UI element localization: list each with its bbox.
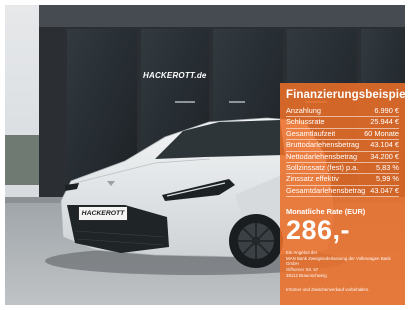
row-value: 43.047 € [370,185,399,195]
vehicle-offer-image: HACKEROTT.de HACKEROTT Finanzierungsbeis… [5,5,405,305]
row-value: 43.104 € [370,140,399,150]
financing-title: Finanzierungsbeispiel [286,89,405,101]
financing-row: Schlussrate 25.944 € [286,117,399,129]
financing-row: Anzahlung 6.990 € [286,106,399,118]
provider-info: Ein Angebot der MAN Bank Zweigniederlass… [286,250,399,278]
dealership-sign: HACKEROTT.de [143,71,207,80]
row-value: 25.944 € [370,117,399,127]
financing-row: Sollzinssatz (fest) p.a. 5,83 % [286,163,399,175]
row-label: Sollzinssatz (fest) p.a. [286,163,359,173]
disclaimer: Irrtümer und Zwischenverkauf vorbehalten… [286,287,370,293]
row-value: 6.990 € [374,106,399,115]
financing-row: Zinssatz effektiv 5,99 % [286,174,399,186]
license-plate: HACKEROTT [78,206,128,221]
row-value: 5,99 % [375,174,399,184]
provider-line: MAN Bank Zweigniederlassung der Volkswag… [286,255,391,261]
row-value: 34.200 € [370,151,399,161]
financing-row: Gesamtdarlehensbetrag 43.047 € [286,185,399,198]
financing-row: Bruttodarlehensbetrag 43.104 € [286,140,399,152]
row-value: 60 Monate [364,128,399,138]
row-label: Anzahlung [286,106,321,115]
provider-line: 38112 Braunschweig [286,272,327,278]
financing-panel: Finanzierungsbeispiel Anzahlung 6.990 € … [280,83,405,305]
row-label: Bruttodarlehensbetrag [286,140,360,150]
monthly-rate-value: 286,- [286,215,351,246]
row-value: 5,83 % [375,163,399,173]
row-label: Schlussrate [286,117,325,127]
row-label: Nettodarlehensbetrag [286,151,358,161]
row-label: Gesamtdarlehensbetrag [286,185,366,195]
row-label: Gesamtlaufzeit [286,128,336,138]
financing-row: Gesamtlaufzeit 60 Monate [286,128,399,141]
row-label: Zinssatz effektiv [286,174,339,184]
financing-row: Nettodarlehensbetrag 34.200 € [286,151,399,164]
